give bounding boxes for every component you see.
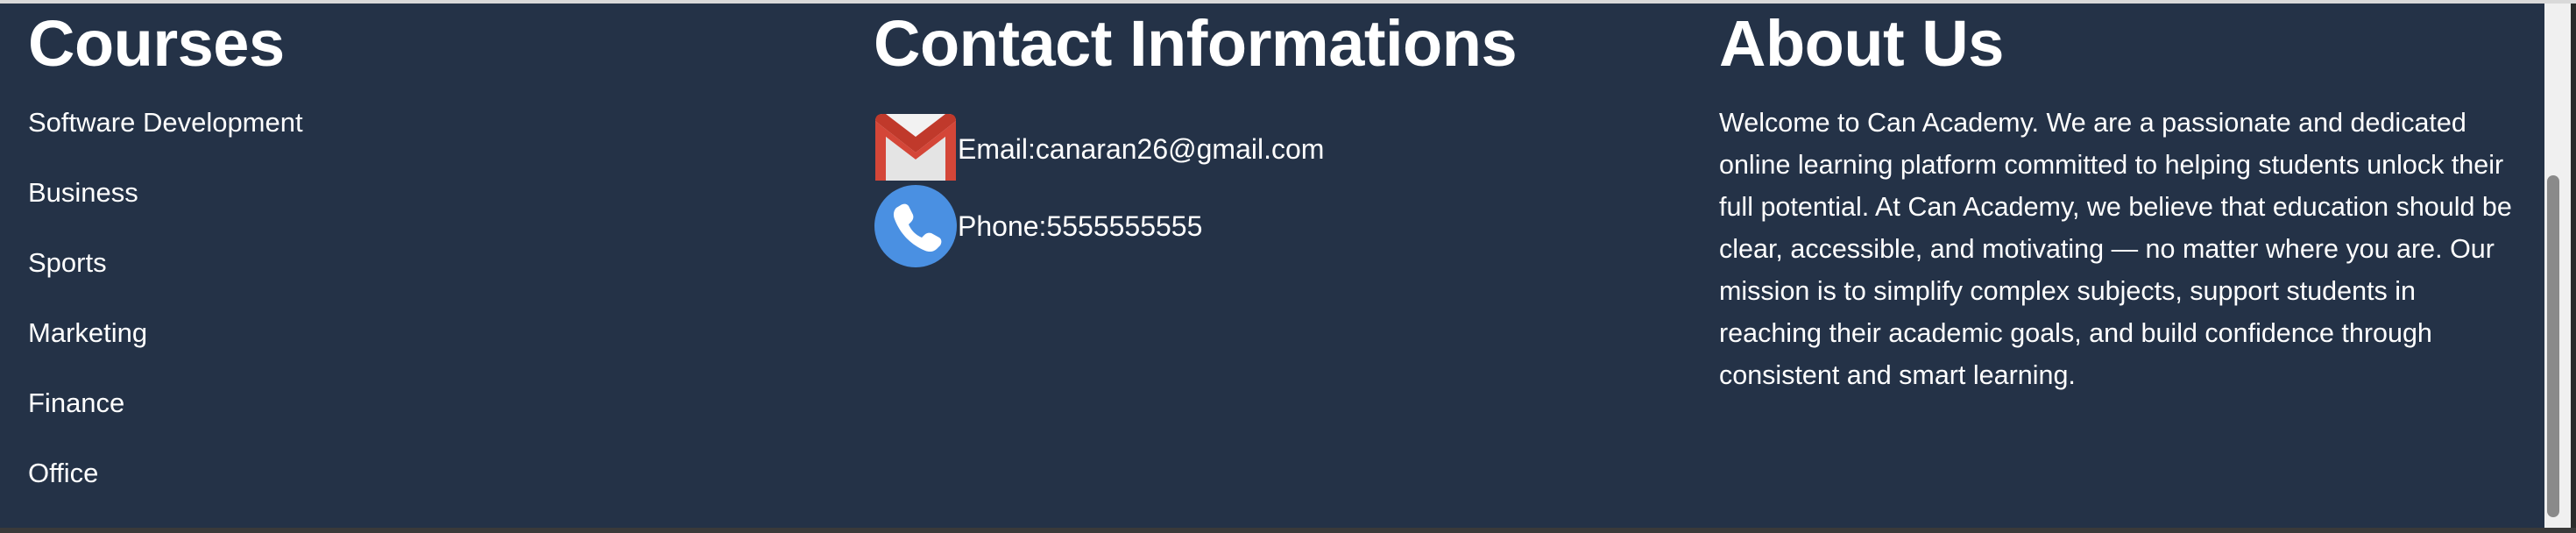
course-link-office[interactable]: Office xyxy=(28,456,98,491)
browser-viewport: Courses Software Development Business Sp… xyxy=(0,0,2576,533)
course-link-business[interactable]: Business xyxy=(28,175,138,210)
phone-icon xyxy=(874,184,958,268)
email-row: Email:canaran26@gmail.com xyxy=(874,107,1324,191)
course-link-sports[interactable]: Sports xyxy=(28,245,107,281)
phone-text[interactable]: Phone:5555555555 xyxy=(958,209,1202,244)
gmail-icon xyxy=(874,107,958,191)
phone-row: Phone:5555555555 xyxy=(874,184,1202,268)
courses-section: Courses Software Development Business Sp… xyxy=(28,4,817,488)
bottom-border xyxy=(0,528,2576,533)
about-description: Welcome to Can Academy. We are a passion… xyxy=(1719,108,2512,390)
contact-heading: Contact Informations xyxy=(874,7,1518,80)
course-link-finance[interactable]: Finance xyxy=(28,386,124,421)
site-footer: Courses Software Development Business Sp… xyxy=(0,4,2544,528)
courses-heading: Courses xyxy=(28,7,285,80)
about-section: About Us Welcome to Can Academy. We are … xyxy=(1719,4,2525,390)
scrollbar-thumb[interactable] xyxy=(2547,175,2559,517)
contact-section: Contact Informations Email:canaran26@gma… xyxy=(874,4,1662,267)
email-text[interactable]: Email:canaran26@gmail.com xyxy=(958,131,1324,167)
course-link-marketing[interactable]: Marketing xyxy=(28,316,147,351)
course-link-software-development[interactable]: Software Development xyxy=(28,105,303,140)
about-heading: About Us xyxy=(1719,7,2004,80)
